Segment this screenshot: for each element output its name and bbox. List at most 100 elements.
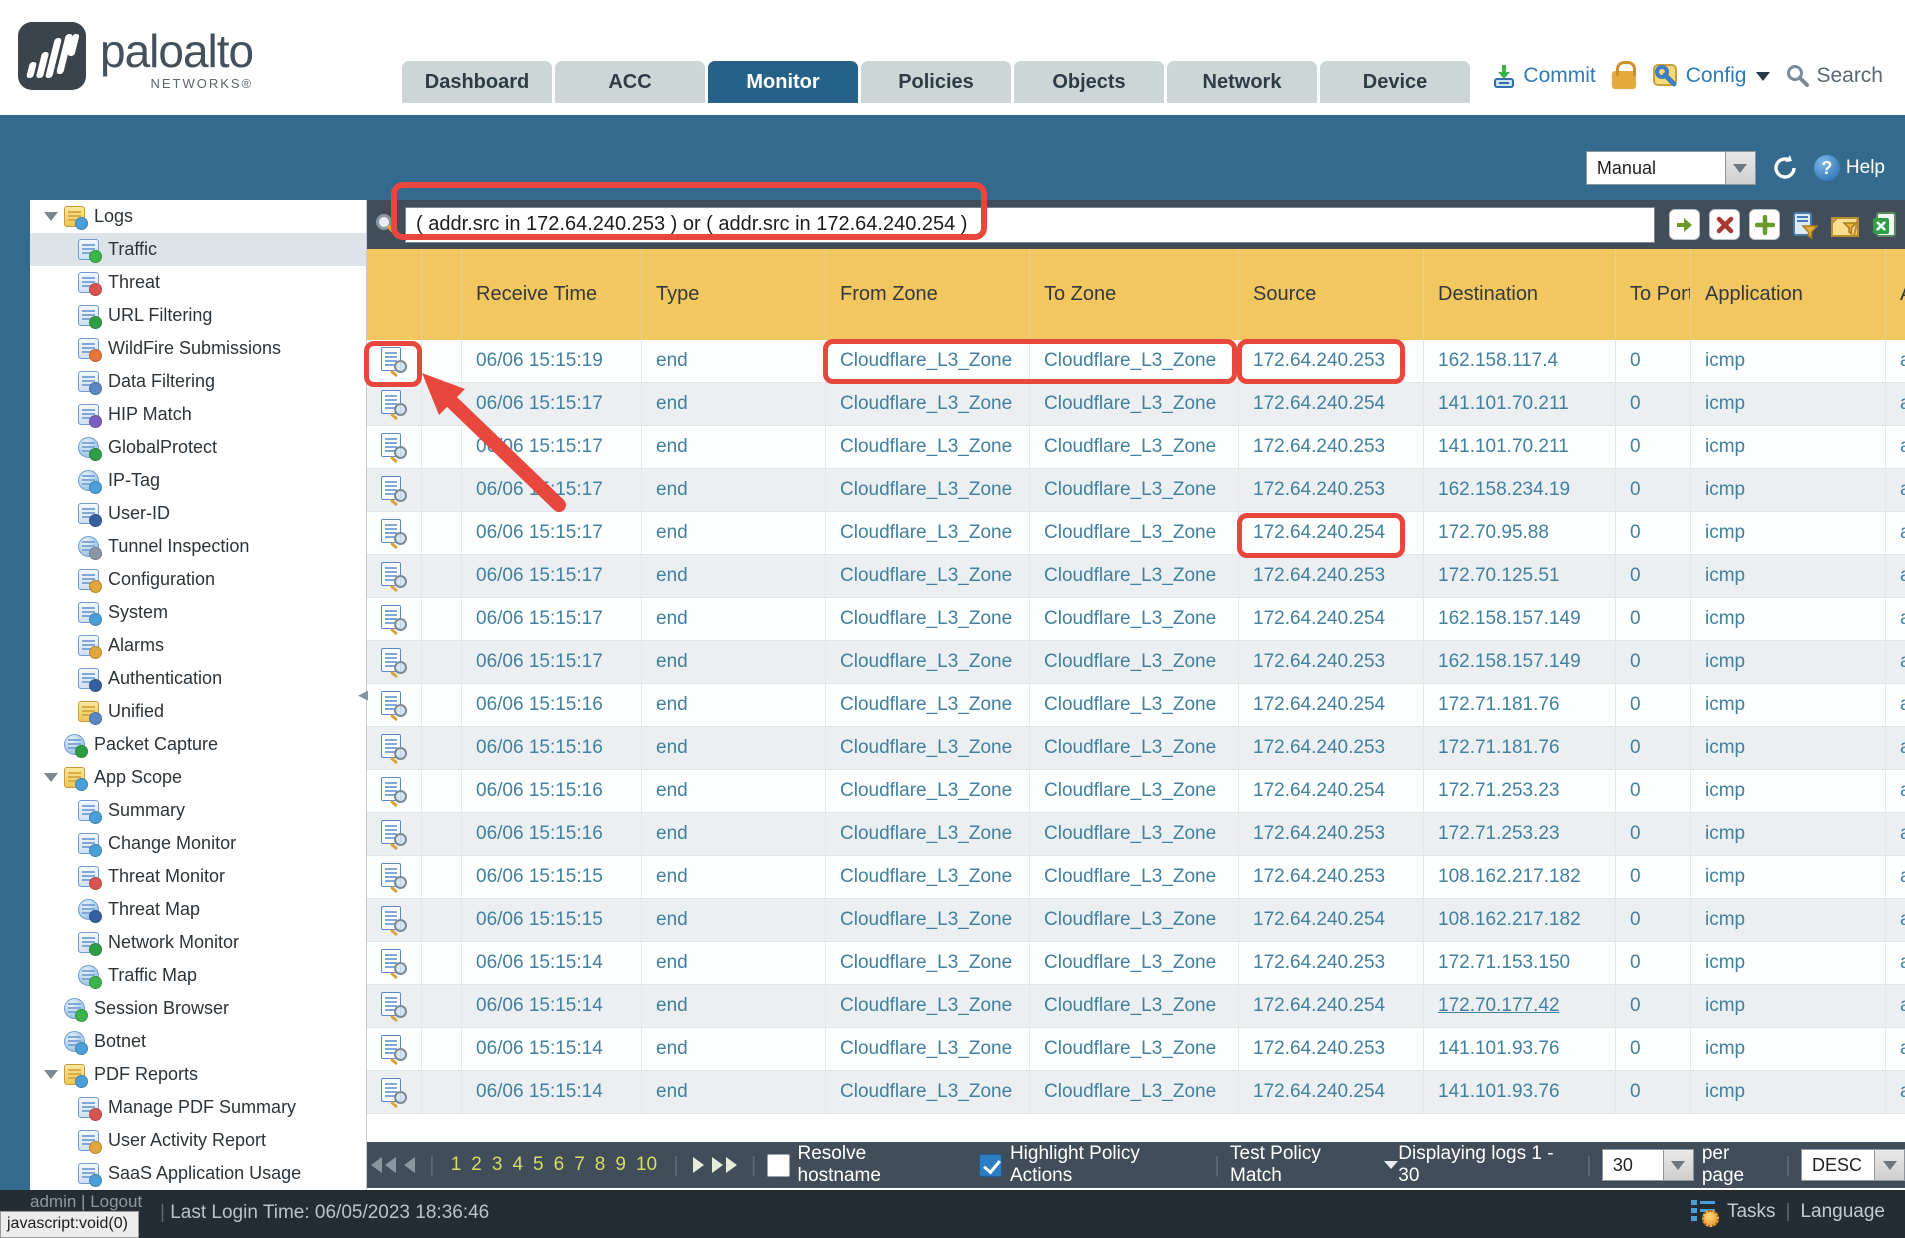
- cell-application[interactable]: icmp: [1691, 555, 1886, 597]
- cell-from-zone[interactable]: Cloudflare_L3_Zone: [826, 598, 1030, 640]
- tasks-button[interactable]: Tasks: [1727, 1201, 1776, 1223]
- cell-from-zone[interactable]: Cloudflare_L3_Zone: [826, 641, 1030, 683]
- first-page-button[interactable]: [367, 1157, 400, 1173]
- cell-application[interactable]: icmp: [1691, 770, 1886, 812]
- sidebar-item-traffic-map[interactable]: Traffic Map: [30, 959, 366, 992]
- cell-from-zone[interactable]: Cloudflare_L3_Zone: [826, 727, 1030, 769]
- export-csv-button[interactable]: [1869, 209, 1900, 240]
- cell-application[interactable]: icmp: [1691, 426, 1886, 468]
- table-row[interactable]: 06/06 15:15:17 end Cloudflare_L3_Zone Cl…: [367, 426, 1905, 469]
- log-detail-icon[interactable]: [381, 992, 407, 1020]
- page-number-10[interactable]: 10: [636, 1154, 657, 1176]
- refresh-interval-select[interactable]: Manual: [1586, 151, 1756, 185]
- cell-from-zone[interactable]: Cloudflare_L3_Zone: [826, 469, 1030, 511]
- cell-destination[interactable]: 172.70.125.51: [1424, 555, 1616, 597]
- sidebar-item-wildfire-submissions[interactable]: WildFire Submissions: [30, 332, 366, 365]
- cell-to-zone[interactable]: Cloudflare_L3_Zone: [1030, 727, 1239, 769]
- cell-destination[interactable]: 172.71.181.76: [1424, 684, 1616, 726]
- cell-application[interactable]: icmp: [1691, 340, 1886, 382]
- search-button[interactable]: Search: [1786, 64, 1883, 88]
- log-detail-icon[interactable]: [381, 347, 407, 375]
- cell-from-zone[interactable]: Cloudflare_L3_Zone: [826, 813, 1030, 855]
- cell-to-zone[interactable]: Cloudflare_L3_Zone: [1030, 942, 1239, 984]
- sidebar-item-pdf-reports[interactable]: PDF Reports: [30, 1058, 366, 1091]
- log-detail-icon[interactable]: [381, 476, 407, 504]
- cell-application[interactable]: icmp: [1691, 641, 1886, 683]
- sidebar-item-network-monitor[interactable]: Network Monitor: [30, 926, 366, 959]
- cell-to-zone[interactable]: Cloudflare_L3_Zone: [1030, 340, 1239, 382]
- cell-from-zone[interactable]: Cloudflare_L3_Zone: [826, 985, 1030, 1027]
- page-number-5[interactable]: 5: [533, 1154, 544, 1176]
- table-row[interactable]: 06/06 15:15:14 end Cloudflare_L3_Zone Cl…: [367, 985, 1905, 1028]
- sidebar-item-alarms[interactable]: Alarms: [30, 629, 366, 662]
- cell-source[interactable]: 172.64.240.254: [1239, 899, 1424, 941]
- cell-destination[interactable]: 172.71.253.23: [1424, 770, 1616, 812]
- table-row[interactable]: 06/06 15:15:15 end Cloudflare_L3_Zone Cl…: [367, 899, 1905, 942]
- cell-to-zone[interactable]: Cloudflare_L3_Zone: [1030, 985, 1239, 1027]
- sidebar-collapse-handle[interactable]: ◀: [358, 682, 370, 708]
- cell-source[interactable]: 172.64.240.254: [1239, 512, 1424, 554]
- prev-page-button[interactable]: [400, 1157, 419, 1173]
- log-detail-icon[interactable]: [381, 519, 407, 547]
- log-detail-icon[interactable]: [381, 906, 407, 934]
- cell-from-zone[interactable]: Cloudflare_L3_Zone: [826, 555, 1030, 597]
- cell-application[interactable]: icmp: [1691, 942, 1886, 984]
- sidebar-item-unified[interactable]: Unified: [30, 695, 366, 728]
- lock-icon[interactable]: [1612, 71, 1636, 89]
- log-detail-icon[interactable]: [381, 820, 407, 848]
- page-number-7[interactable]: 7: [574, 1154, 585, 1176]
- column-header-source[interactable]: Source: [1239, 249, 1424, 340]
- sidebar-item-packet-capture[interactable]: Packet Capture: [30, 728, 366, 761]
- table-row[interactable]: 06/06 15:15:17 end Cloudflare_L3_Zone Cl…: [367, 555, 1905, 598]
- per-page-select[interactable]: 30: [1602, 1149, 1694, 1181]
- cell-destination[interactable]: 108.162.217.182: [1424, 856, 1616, 898]
- log-detail-icon[interactable]: [381, 390, 407, 418]
- sort-order-select[interactable]: DESC: [1801, 1149, 1905, 1181]
- sidebar-item-threat-map[interactable]: Threat Map: [30, 893, 366, 926]
- table-row[interactable]: 06/06 15:15:17 end Cloudflare_L3_Zone Cl…: [367, 383, 1905, 426]
- page-number-9[interactable]: 9: [615, 1154, 626, 1176]
- cell-to-zone[interactable]: Cloudflare_L3_Zone: [1030, 426, 1239, 468]
- cell-source[interactable]: 172.64.240.253: [1239, 426, 1424, 468]
- sidebar-item-hip-match[interactable]: HIP Match: [30, 398, 366, 431]
- clear-filter-button[interactable]: [1709, 209, 1740, 240]
- table-row[interactable]: 06/06 15:15:16 end Cloudflare_L3_Zone Cl…: [367, 770, 1905, 813]
- cell-source[interactable]: 172.64.240.253: [1239, 469, 1424, 511]
- cell-destination[interactable]: 141.101.70.211: [1424, 383, 1616, 425]
- cell-source[interactable]: 172.64.240.253: [1239, 813, 1424, 855]
- cell-source[interactable]: 172.64.240.254: [1239, 598, 1424, 640]
- cell-destination[interactable]: 162.158.157.149: [1424, 641, 1616, 683]
- cell-source[interactable]: 172.64.240.253: [1239, 641, 1424, 683]
- table-row[interactable]: 06/06 15:15:15 end Cloudflare_L3_Zone Cl…: [367, 856, 1905, 899]
- sidebar-item-change-monitor[interactable]: Change Monitor: [30, 827, 366, 860]
- tab-dashboard[interactable]: Dashboard: [402, 61, 552, 103]
- table-row[interactable]: 06/06 15:15:17 end Cloudflare_L3_Zone Cl…: [367, 598, 1905, 641]
- page-number-4[interactable]: 4: [512, 1154, 523, 1176]
- page-number-8[interactable]: 8: [595, 1154, 606, 1176]
- cell-application[interactable]: icmp: [1691, 512, 1886, 554]
- cell-source[interactable]: 172.64.240.254: [1239, 1071, 1424, 1113]
- column-header-application[interactable]: Application: [1691, 249, 1886, 340]
- cell-to-zone[interactable]: Cloudflare_L3_Zone: [1030, 512, 1239, 554]
- cell-destination[interactable]: 172.71.181.76: [1424, 727, 1616, 769]
- sidebar-item-url-filtering[interactable]: URL Filtering: [30, 299, 366, 332]
- cell-application[interactable]: icmp: [1691, 1028, 1886, 1070]
- sidebar-item-user-activity-report[interactable]: User Activity Report: [30, 1124, 366, 1157]
- sidebar-item-configuration[interactable]: Configuration: [30, 563, 366, 596]
- cell-source[interactable]: 172.64.240.254: [1239, 383, 1424, 425]
- refresh-icon[interactable]: [1770, 153, 1800, 183]
- cell-from-zone[interactable]: Cloudflare_L3_Zone: [826, 684, 1030, 726]
- cell-to-zone[interactable]: Cloudflare_L3_Zone: [1030, 1071, 1239, 1113]
- sidebar-item-data-filtering[interactable]: Data Filtering: [30, 365, 366, 398]
- cell-destination[interactable]: 141.101.70.211: [1424, 426, 1616, 468]
- filter-builder-button[interactable]: [1789, 209, 1820, 240]
- log-filter-input[interactable]: [405, 207, 1655, 243]
- cell-application[interactable]: icmp: [1691, 727, 1886, 769]
- resolve-hostname-checkbox[interactable]: [767, 1154, 790, 1177]
- log-detail-icon[interactable]: [381, 1035, 407, 1063]
- saved-filters-button[interactable]: [1829, 209, 1860, 240]
- cell-source[interactable]: 172.64.240.253: [1239, 340, 1424, 382]
- page-number-2[interactable]: 2: [471, 1154, 482, 1176]
- sidebar-item-traffic[interactable]: Traffic: [30, 233, 366, 266]
- log-detail-icon[interactable]: [381, 691, 407, 719]
